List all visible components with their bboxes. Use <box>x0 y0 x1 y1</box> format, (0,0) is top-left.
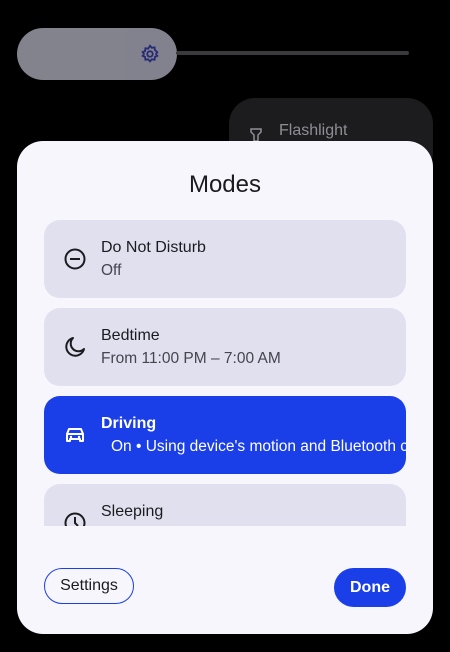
do-not-disturb-icon <box>64 248 86 270</box>
brightness-slider-thumb[interactable] <box>17 28 177 80</box>
mode-status: Off <box>101 262 122 279</box>
mode-card-bedtime[interactable]: Bedtime From 11:00 PM – 7:00 AM <box>44 308 406 386</box>
brightness-slider-track[interactable] <box>176 51 409 55</box>
mode-card-do-not-disturb[interactable]: Do Not Disturb Off <box>44 220 406 298</box>
done-button[interactable]: Done <box>334 568 406 607</box>
moon-icon <box>65 337 85 357</box>
mode-status: From 11:00 PM – 7:00 AM <box>101 350 281 367</box>
mode-name: Sleeping <box>101 503 164 520</box>
clock-icon <box>64 512 86 526</box>
settings-button[interactable]: Settings <box>44 568 134 604</box>
car-icon <box>66 428 84 442</box>
flashlight-icon <box>250 128 262 142</box>
flashlight-label: Flashlight <box>279 122 348 139</box>
dialog-title: Modes <box>188 171 262 198</box>
mode-name: Bedtime <box>101 327 160 344</box>
mode-name: Do Not Disturb <box>101 239 206 256</box>
mode-status: On • Using device's motion and Bluetooth… <box>111 438 406 455</box>
mode-card-driving[interactable]: Driving On • Using device's motion and B… <box>44 396 406 474</box>
mode-list[interactable]: Do Not Disturb Off Bedtime From 11:00 PM… <box>44 220 406 526</box>
brightness-gear-icon <box>141 44 159 63</box>
modes-dialog: Modes Do Not Disturb Off Bedtime From 11… <box>17 141 433 634</box>
mode-name: Driving <box>101 415 157 432</box>
screen: Flashlight Modes Do Not Disturb Off Bedt… <box>0 0 450 652</box>
mode-card-sleeping[interactable]: Sleeping <box>44 484 406 526</box>
